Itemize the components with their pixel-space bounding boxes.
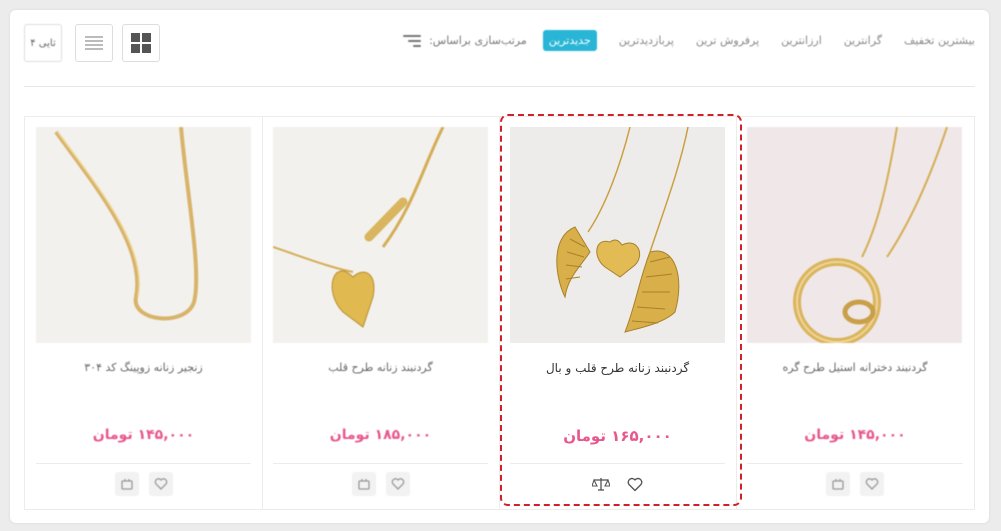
compare-button[interactable] — [826, 472, 850, 496]
focus-highlight-frame — [500, 114, 742, 506]
heart-icon — [391, 478, 404, 490]
product-actions — [262, 472, 499, 496]
list-view-icon — [85, 36, 103, 50]
grid-view-button[interactable] — [122, 24, 160, 62]
sort-lines-icon — [403, 34, 422, 48]
grid-view-icon — [131, 33, 151, 53]
compare-button[interactable] — [351, 472, 376, 496]
sort-option-most-viewed[interactable]: پربازدیدترین — [619, 34, 674, 47]
product-card[interactable]: گردنبند دخترانه استیل طرح گره ۱۴۵,۰۰۰ تو… — [736, 117, 974, 509]
scale-icon — [120, 479, 133, 490]
toolbar-divider — [24, 86, 975, 87]
sort-option-cheapest[interactable]: ارزانترین — [781, 34, 822, 47]
card-divider — [36, 463, 251, 464]
card-separator — [262, 117, 263, 509]
sort-option-most-expensive[interactable]: گرانترین — [844, 34, 882, 47]
wishlist-button[interactable] — [148, 472, 173, 496]
product-price: ۱۴۵,۰۰۰ تومان — [804, 427, 906, 443]
product-actions — [25, 472, 262, 496]
product-price: ۱۴۵,۰۰۰ تومان — [92, 427, 195, 443]
sort-options: مرتب‌سازی براساس: جدیدترین پربازدیدترین … — [397, 30, 975, 51]
list-view-button[interactable] — [75, 24, 113, 62]
product-title[interactable]: گردنبند زنانه طرح قلب — [270, 361, 491, 374]
sort-label: مرتب‌سازی براساس: — [429, 34, 527, 47]
columns-count-label: ۴ تایی — [30, 37, 56, 49]
product-title[interactable]: زنجیر زنانه زوپینگ کد ۳۰۴ — [33, 361, 254, 374]
scale-icon — [357, 479, 370, 490]
product-card[interactable]: گردنبند زنانه طرح قلب ۱۸۵,۰۰۰ تومان — [262, 117, 499, 509]
sort-option-newest[interactable]: جدیدترین — [542, 30, 597, 51]
sort-option-best-selling[interactable]: پرفروش ترین — [696, 34, 759, 47]
product-image[interactable] — [747, 127, 962, 343]
compare-button[interactable] — [114, 472, 139, 496]
product-price: ۱۸۵,۰۰۰ تومان — [329, 427, 432, 443]
wishlist-button[interactable] — [860, 472, 884, 496]
product-card[interactable]: زنجیر زنانه زوپینگ کد ۳۰۴ ۱۴۵,۰۰۰ تومان — [25, 117, 262, 509]
product-actions — [736, 472, 974, 496]
card-divider — [747, 463, 963, 464]
product-image[interactable] — [273, 127, 488, 343]
heart-icon — [865, 478, 879, 490]
sort-toolbar: مرتب‌سازی براساس: جدیدترین پربازدیدترین … — [10, 10, 989, 90]
product-title[interactable]: گردنبند دخترانه استیل طرح گره — [744, 361, 966, 374]
scale-icon — [832, 479, 844, 490]
wishlist-button[interactable] — [385, 472, 410, 496]
columns-count-button[interactable]: ۴ تایی — [24, 24, 62, 62]
heart-icon — [154, 478, 167, 490]
product-image[interactable] — [36, 127, 251, 343]
sort-option-highest-discount[interactable]: بیشترین تخفیف — [904, 34, 975, 47]
card-divider — [273, 463, 488, 464]
